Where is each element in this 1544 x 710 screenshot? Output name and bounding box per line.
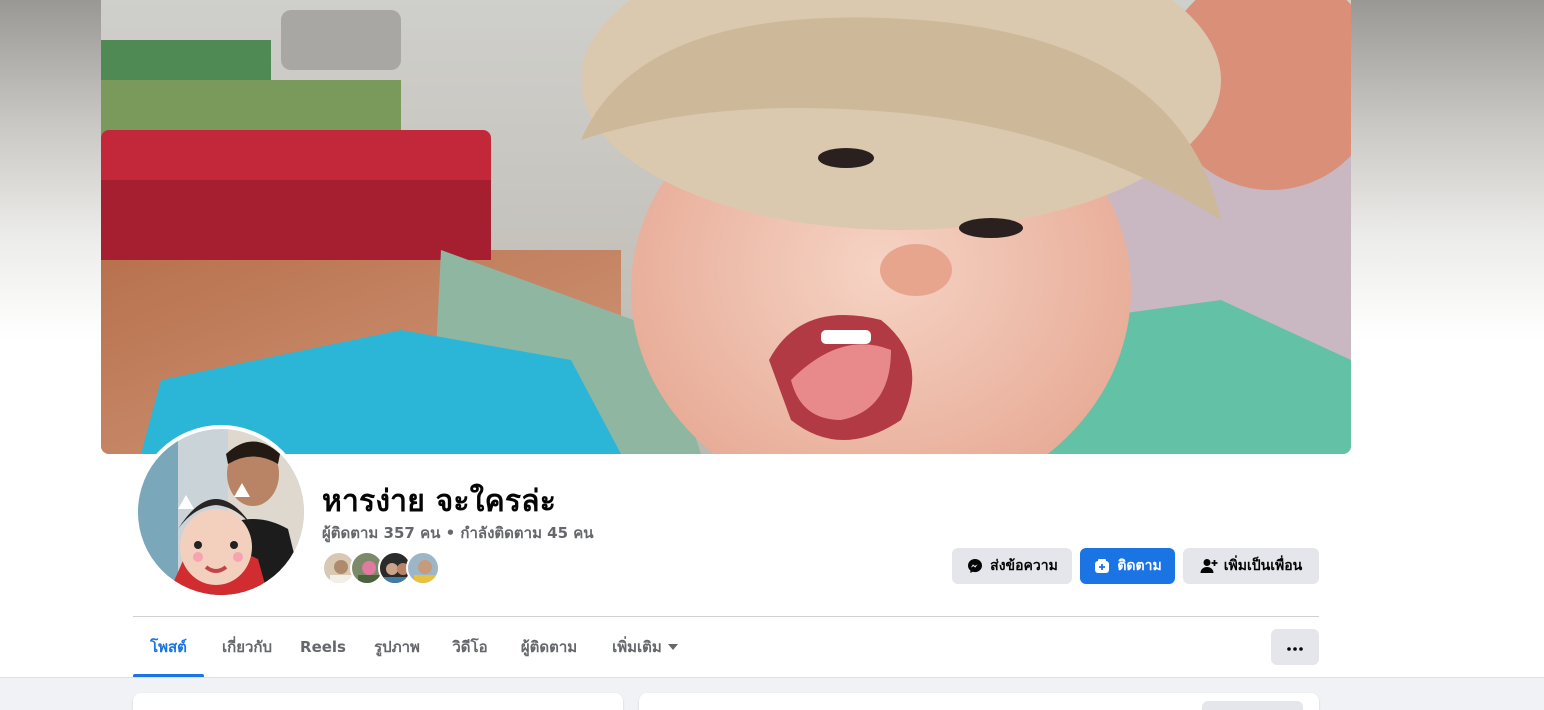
tab-videos[interactable]: วิดีโอ [440,617,500,677]
send-message-label: ส่งข้อความ [990,558,1058,574]
card-filter-button[interactable] [1202,701,1303,710]
cover-photo[interactable] [101,0,1351,454]
follow-button[interactable]: ติดตาม [1080,548,1175,584]
tab-about[interactable]: เกี่ยวกับ [206,617,288,677]
profile-avatar[interactable] [138,429,304,595]
tab-photos[interactable]: รูปภาพ [361,617,433,677]
tab-followers[interactable]: ผู้ติดตาม [507,617,591,677]
follow-icon [1093,557,1111,575]
tab-more[interactable]: เพิ่มเติม [599,617,691,677]
add-friend-icon [1200,557,1218,575]
messenger-icon [966,557,984,575]
tab-posts[interactable]: โพสต์ [133,617,204,677]
follower-stats[interactable]: ผู้ติดตาม 357 คน • กำลังติดตาม 45 คน [322,521,594,545]
tab-label: เกี่ยวกับ [221,638,273,656]
tab-label: รูปภาพ [374,638,420,656]
tab-label: Reels [300,638,346,656]
send-message-button[interactable]: ส่งข้อความ [952,548,1072,584]
add-friend-button[interactable]: เพิ่มเป็นเพื่อน [1183,548,1319,584]
more-options-button[interactable] [1271,629,1319,665]
intro-card [133,693,623,710]
more-dots-icon [1287,638,1303,656]
tab-label: โพสต์ [150,638,187,656]
add-friend-label: เพิ่มเป็นเพื่อน [1223,558,1303,574]
profile-tabs: โพสต์ เกี่ยวกับ Reels รูปภาพ วิดีโอ ผู้ต… [133,617,1319,677]
profile-name: หารง่าย จะใครล่ะ [322,484,557,519]
follow-label: ติดตาม [1117,558,1162,574]
tab-label: วิดีโอ [452,638,488,656]
friend-avatars[interactable] [322,551,444,585]
tab-label: ผู้ติดตาม [520,638,578,656]
chevron-down-icon [667,644,678,650]
tab-label: เพิ่มเติม [612,638,662,656]
tab-reels[interactable]: Reels [293,617,353,677]
friend-avatar[interactable] [406,551,440,585]
